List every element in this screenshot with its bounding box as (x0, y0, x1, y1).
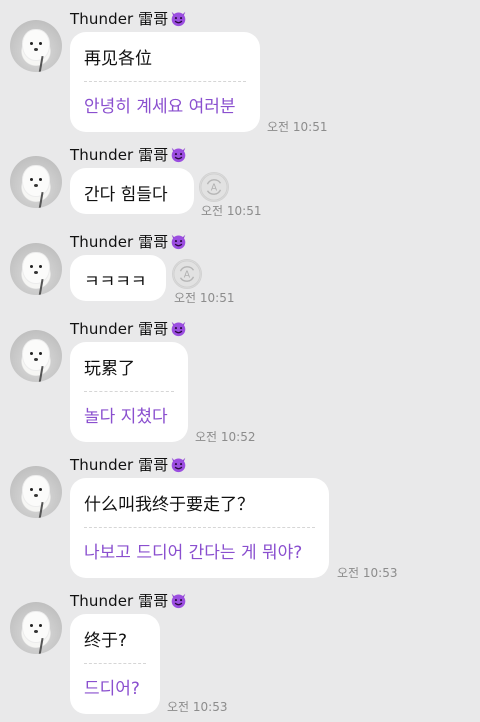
timestamp: 오전 10:53 (337, 566, 398, 580)
avatar[interactable] (10, 156, 62, 208)
timestamp: 오전 10:51 (201, 204, 262, 218)
timestamp: 오전 10:52 (195, 430, 256, 444)
message-text: 什么叫我终于要走了？ (84, 495, 254, 515)
translation-text: 드디어? (84, 679, 140, 699)
message-bubble[interactable]: 什么叫我终于要走了？ 나보고 드디어 간다는 게 뭐야? (70, 478, 329, 578)
message-text: ㅋㅋㅋㅋ (84, 272, 147, 292)
translation-text: 놀다 지쳤다 (84, 407, 168, 427)
message-bubble[interactable]: 간다 힘들다 (70, 168, 194, 214)
sender-name: Thunder 雷哥 (70, 454, 187, 475)
timestamp: 오전 10:51 (174, 291, 235, 305)
avatar[interactable] (10, 20, 62, 72)
translate-icon[interactable]: A (172, 259, 202, 289)
sender-name: Thunder 雷哥 (70, 144, 187, 165)
message-bubble[interactable]: 终于? 드디어? (70, 614, 160, 714)
translation-text: 나보고 드디어 간다는 게 뭐야? (84, 543, 303, 563)
sender-name: Thunder 雷哥 (70, 318, 187, 339)
message-bubble[interactable]: ㅋㅋㅋㅋ (70, 255, 166, 301)
svg-text:A: A (211, 183, 218, 194)
translation-text: 안녕히 계세요 여러분 (84, 97, 236, 117)
sender-name: Thunder 雷哥 (70, 231, 187, 252)
message-bubble[interactable]: 再见各位 안녕히 계세요 여러분 (70, 32, 260, 132)
timestamp: 오전 10:51 (267, 120, 328, 134)
smiling-devil-icon (172, 457, 186, 473)
smiling-devil-icon (172, 321, 186, 337)
svg-text:A: A (184, 270, 191, 281)
translate-icon[interactable]: A (199, 172, 229, 202)
message-bubble[interactable]: 玩累了 놀다 지쳤다 (70, 342, 188, 442)
message-text: 간다 힘들다 (84, 185, 168, 205)
message-text: 玩累了 (84, 359, 135, 379)
smiling-devil-icon (172, 11, 186, 27)
avatar[interactable] (10, 602, 62, 654)
sender-name: Thunder 雷哥 (70, 8, 187, 29)
message-text: 终于? (84, 631, 128, 651)
smiling-devil-icon (172, 593, 186, 609)
chat-list[interactable]: Thunder 雷哥 再见各位 안녕히 계세요 여러분 오전 10:51 Thu… (0, 0, 480, 722)
smiling-devil-icon (172, 147, 186, 163)
timestamp: 오전 10:53 (167, 700, 228, 714)
message-text: 再见各位 (84, 49, 152, 69)
avatar[interactable] (10, 243, 62, 295)
avatar[interactable] (10, 330, 62, 382)
sender-name: Thunder 雷哥 (70, 590, 187, 611)
avatar[interactable] (10, 466, 62, 518)
smiling-devil-icon (172, 234, 186, 250)
